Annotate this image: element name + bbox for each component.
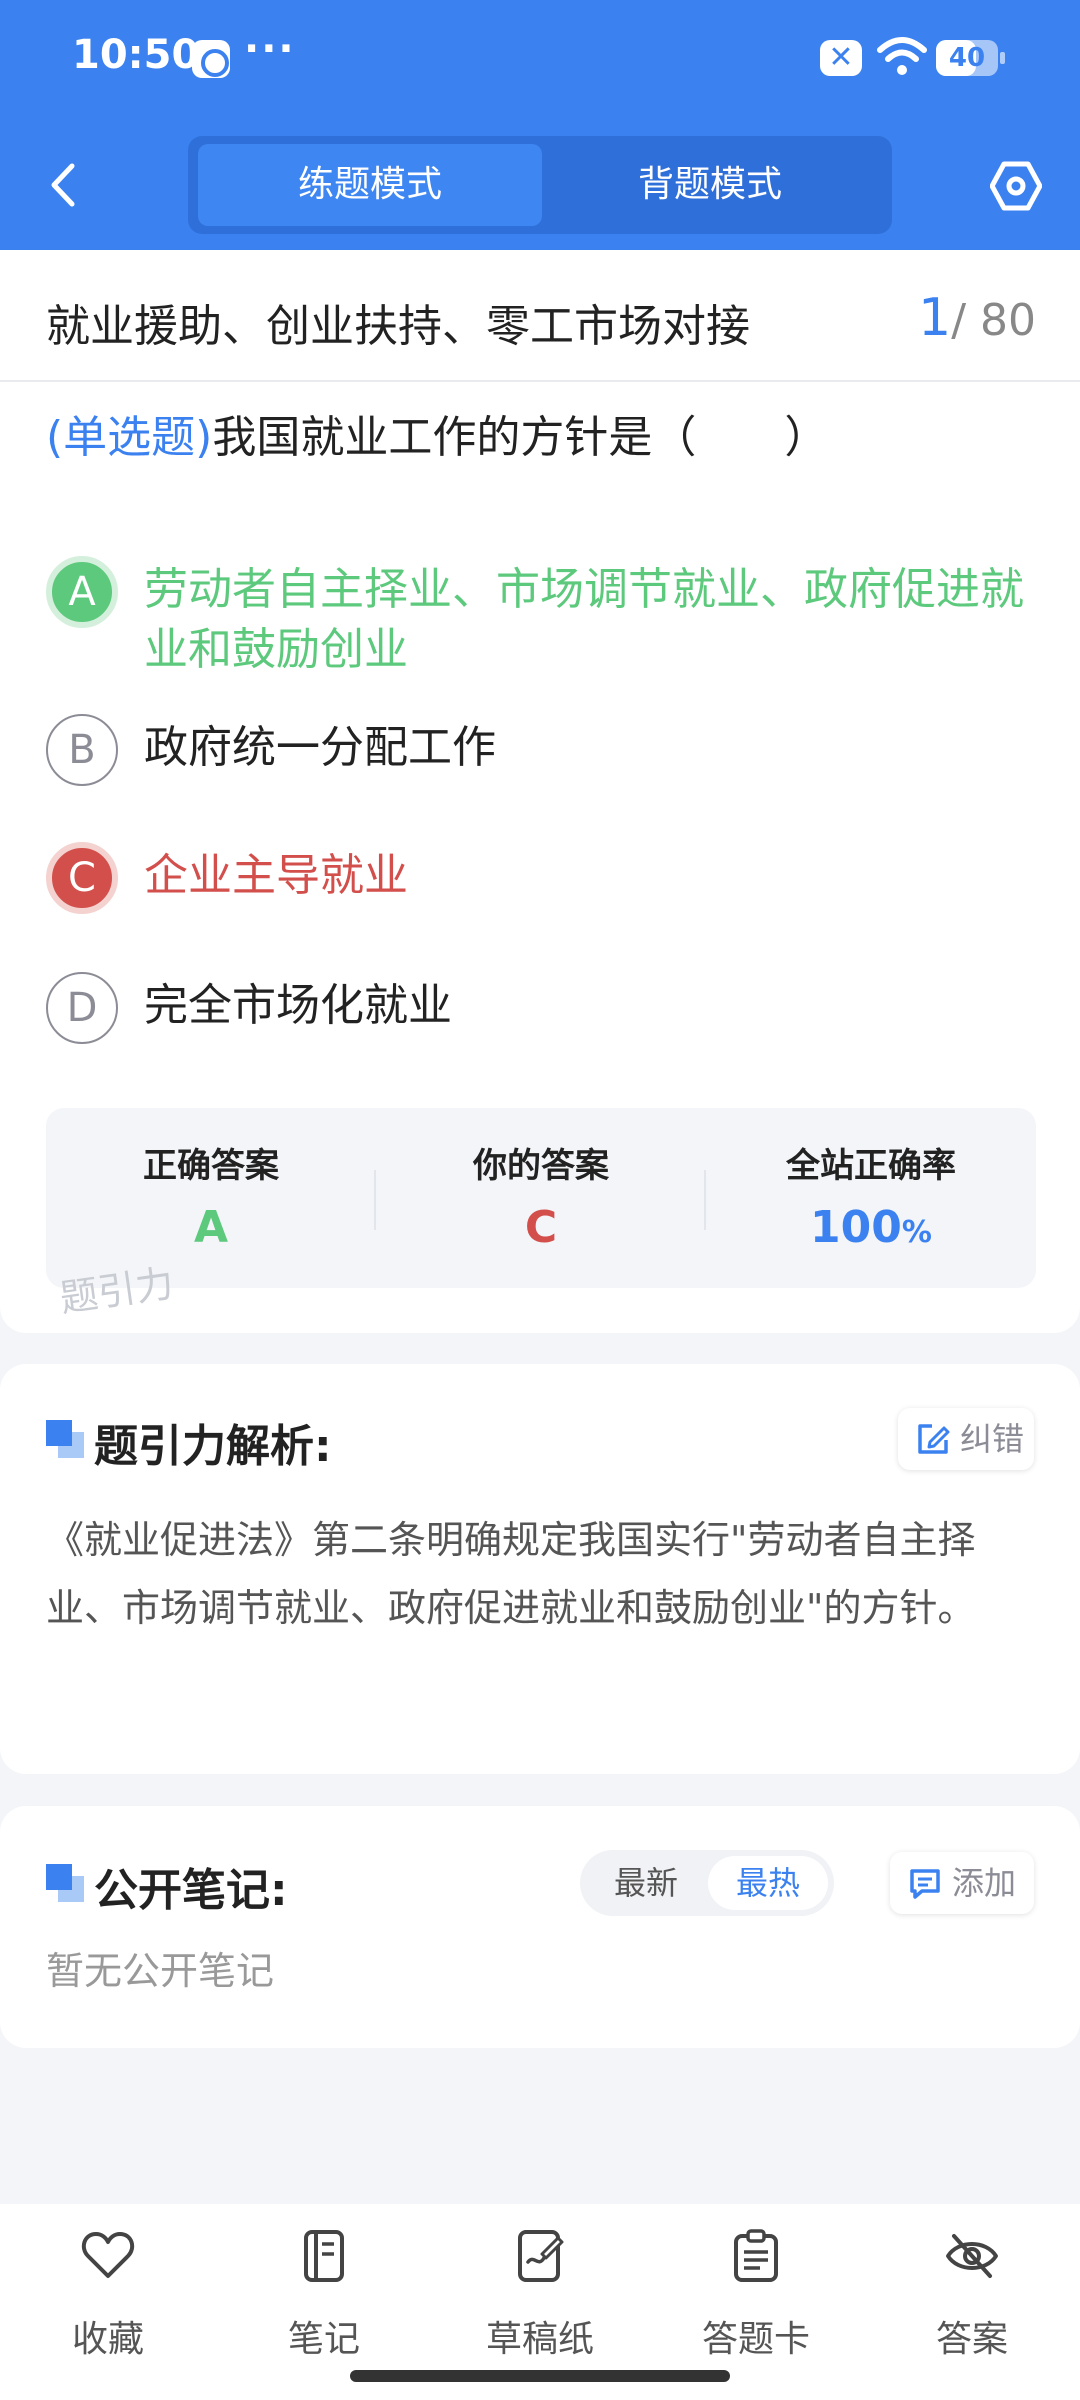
question-text: (单选题)我国就业工作的方针是（ ） [46,408,1046,468]
question-stem: 我国就业工作的方针是（ ） [212,412,829,463]
accuracy-number: 100 [810,1202,902,1253]
option-c[interactable]: C 企业主导就业 [46,842,1046,914]
total-questions: / 80 [951,295,1036,346]
add-note-button[interactable]: 添加 [890,1852,1034,1914]
analysis-section-icon [46,1420,84,1458]
notes-label: 笔记 [287,2319,360,2360]
report-error-button[interactable]: 纠错 [898,1408,1034,1470]
sort-hottest[interactable]: 最热 [708,1856,828,1910]
divider [0,380,1080,382]
status-bar: 10:50 ··· ✕ 40 [0,0,1080,120]
notes-button[interactable]: 笔记 [224,2228,424,2368]
add-note-label: 添加 [952,1864,1017,1902]
option-c-badge: C [46,842,118,914]
notes-card [0,1806,1080,2048]
draft-icon [518,2230,564,2282]
your-answer-value: C [524,1202,558,1253]
section-title: 就业援助、创业扶持、零工市场对接 [46,301,750,352]
back-arrow-icon[interactable] [44,160,84,210]
option-b-text: 政府统一分配工作 [144,722,496,773]
accuracy-value: 100% [706,1202,1036,1253]
option-a-badge: A [46,556,118,628]
current-question-number: 1 [918,288,952,348]
option-d-badge: D [46,972,118,1044]
option-b-badge: B [46,714,118,786]
home-indicator[interactable] [350,2370,730,2382]
accuracy-unit: % [901,1215,932,1250]
eye-off-icon [946,2234,998,2278]
analysis-title: 题引力解析: [94,1421,332,1472]
settings-icon[interactable] [990,160,1042,212]
more-notifications-icon: ··· [244,26,296,72]
correct-answer-value: A [193,1202,229,1253]
accuracy-stat: 全站正确率 100% [706,1108,1036,1288]
answer-card-icon [734,2229,778,2282]
favorite-label: 收藏 [71,2319,144,2360]
option-d-text: 完全市场化就业 [144,980,452,1031]
your-answer-label: 你的答案 [473,1146,609,1186]
draft-paper-label: 草稿纸 [485,2319,594,2360]
analysis-text: 《就业促进法》第二条明确规定我国实行"劳动者自主择业、市场调节就业、政府促进就业… [46,1518,976,1630]
sort-newest[interactable]: 最新 [586,1856,706,1910]
option-a[interactable]: A 劳动者自主择业、市场调节就业、政府促进就业和鼓励创业 [46,556,1046,676]
tab-practice-mode[interactable]: 练题模式 [198,144,542,226]
accuracy-label: 全站正确率 [786,1146,956,1186]
notebook-icon [304,2230,344,2282]
draft-paper-button[interactable]: 草稿纸 [440,2228,640,2368]
toggle-answer-button[interactable]: 答案 [872,2228,1072,2368]
sim-off-icon: ✕ [820,40,862,76]
heart-icon [81,2232,135,2278]
status-time: 10:50 [72,32,200,78]
notes-title: 公开笔记: [94,1865,288,1916]
option-a-text: 劳动者自主择业、市场调节就业、政府促进就业和鼓励创业 [144,564,1024,675]
toggle-answer-label: 答案 [935,2319,1008,2360]
notes-section-icon [46,1864,84,1902]
option-d[interactable]: D 完全市场化就业 [46,972,1046,1044]
tab-memorize-mode[interactable]: 背题模式 [538,144,882,226]
battery-icon: 40 [936,40,1005,76]
correct-answer-label: 正确答案 [143,1146,279,1186]
empty-notes-text: 暂无公开笔记 [46,1949,275,1993]
answer-card-label: 答题卡 [701,2319,810,2360]
option-c-text: 企业主导就业 [144,850,408,901]
mode-switcher: 练题模式 背题模式 [188,136,892,234]
favorite-button[interactable]: 收藏 [8,2228,208,2368]
question-counter: 1/ 80 [918,288,1036,348]
option-b[interactable]: B 政府统一分配工作 [46,714,1046,786]
notes-sort-toggle: 最新 最热 [580,1850,834,1916]
question-type: (单选题) [46,412,213,463]
report-error-label: 纠错 [960,1420,1025,1458]
battery-level: 40 [948,43,986,73]
your-answer-stat: 你的答案 C [376,1108,706,1288]
app-notification-icon [192,40,230,78]
answer-card-button[interactable]: 答题卡 [656,2228,856,2368]
comment-icon [910,1869,940,1899]
wifi-icon [877,37,927,75]
correct-answer-stat: 正确答案 A [46,1108,376,1288]
answer-result-panel: 正确答案 A 你的答案 C 全站正确率 100% [46,1108,1036,1288]
edit-icon [918,1424,950,1454]
